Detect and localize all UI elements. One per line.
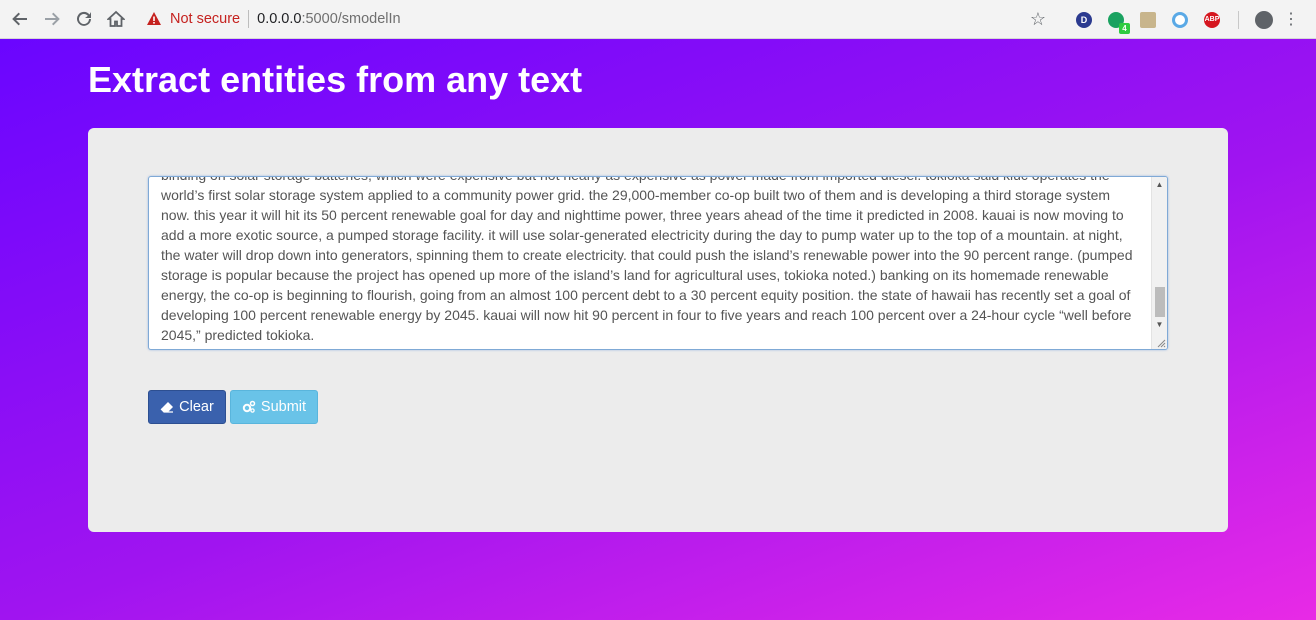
url-path[interactable]: :5000/smodelIn	[301, 11, 400, 27]
submit-button[interactable]: Submit	[230, 390, 318, 424]
back-arrow-icon[interactable]	[4, 3, 36, 35]
page-title: Extract entities from any text	[88, 59, 583, 100]
warning-icon	[147, 12, 161, 25]
gears-icon	[242, 400, 256, 413]
toolbar-divider	[1238, 10, 1239, 29]
extension-circle-icon[interactable]	[1172, 11, 1188, 28]
resize-handle-icon[interactable]	[1156, 338, 1166, 348]
page-background: Extract entities from any text binding o…	[0, 39, 1316, 620]
textarea-content[interactable]: binding on solar storage batteries, whic…	[161, 177, 1137, 345]
extension-badge: 4	[1119, 22, 1130, 34]
text-line: now. this year it will hit its 50 percen…	[161, 207, 1124, 223]
text-line: storage is popular because the project h…	[161, 267, 1109, 283]
clear-button-label: Clear	[179, 399, 214, 415]
extension-grammarly-icon[interactable]: 4	[1108, 11, 1130, 34]
text-line: developing 100 percent renewable energy …	[161, 307, 1132, 323]
scrollbar-thumb[interactable]	[1155, 287, 1165, 317]
forward-arrow-icon[interactable]	[36, 3, 68, 35]
eraser-icon	[160, 402, 174, 413]
nav-buttons	[4, 3, 132, 35]
text-line: world’s first solar storage system appli…	[161, 187, 1111, 203]
extension-d-icon[interactable]: D	[1076, 11, 1092, 28]
text-input-area[interactable]: binding on solar storage batteries, whic…	[148, 176, 1168, 350]
menu-kebab-icon[interactable]: ⋮	[1283, 11, 1299, 27]
text-line: add a more exotic source, a pumped stora…	[161, 227, 1123, 243]
address-bar[interactable]: Not secure 0.0.0.0:5000/smodelIn	[146, 5, 401, 33]
text-line: 2045,” predicted tokioka.	[161, 327, 315, 343]
text-line: the water will drop down into generators…	[161, 247, 1133, 263]
clear-button[interactable]: Clear	[148, 390, 226, 424]
reload-icon[interactable]	[68, 3, 100, 35]
url-host[interactable]: 0.0.0.0	[257, 11, 301, 27]
extension-image-icon[interactable]	[1140, 11, 1156, 28]
submit-button-label: Submit	[260, 399, 307, 415]
omnibox-divider	[248, 10, 250, 28]
browser-toolbar: Not secure 0.0.0.0:5000/smodelIn ☆ D 4 A…	[0, 0, 1316, 39]
form-card: binding on solar storage batteries, whic…	[88, 128, 1228, 532]
profile-avatar-icon[interactable]	[1255, 10, 1273, 29]
extension-adblock-icon[interactable]: ABP	[1204, 11, 1220, 28]
security-status[interactable]: Not secure	[170, 11, 240, 27]
home-icon[interactable]	[100, 3, 132, 35]
scroll-down-arrow-icon[interactable]: ▼	[1152, 317, 1167, 331]
scroll-up-arrow-icon[interactable]: ▲	[1152, 177, 1167, 191]
toolbar-right: ☆ D 4 ABP ⋮	[1030, 0, 1316, 39]
textarea-scrollbar[interactable]: ▲ ▼	[1151, 177, 1167, 349]
text-line: energy, the co-op is beginning to flouri…	[161, 287, 1131, 303]
bookmark-star-icon[interactable]: ☆	[1030, 9, 1046, 30]
text-line: binding on solar storage batteries, whic…	[161, 177, 1137, 185]
